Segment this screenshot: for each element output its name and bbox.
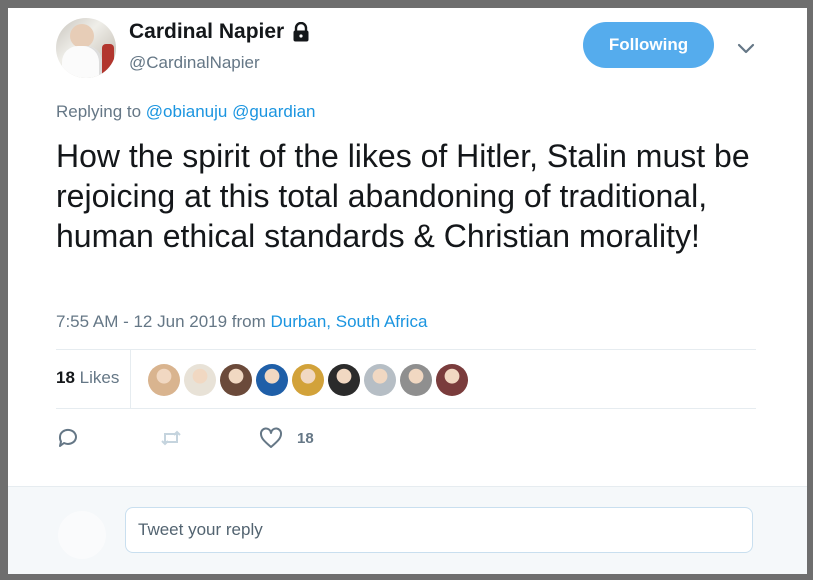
liker-avatar[interactable]: [220, 364, 252, 396]
liker-avatar[interactable]: [148, 364, 180, 396]
likes-label: Likes: [79, 368, 120, 387]
retweet-button[interactable]: [159, 426, 183, 450]
author-name-row[interactable]: Cardinal Napier: [129, 20, 310, 44]
liker-avatar[interactable]: [184, 364, 216, 396]
following-button[interactable]: Following: [583, 22, 714, 68]
reply-icon: [58, 428, 77, 447]
chevron-down-icon[interactable]: [736, 38, 756, 58]
like-count: 18: [297, 429, 314, 447]
replying-prefix: Replying to: [56, 102, 142, 121]
tweet-timestamp: 7:55 AM - 12 Jun 2019 from Durban, South…: [56, 312, 427, 332]
likers-list: [148, 364, 468, 396]
lock-icon: [293, 22, 309, 42]
reply-button[interactable]: [56, 426, 80, 450]
tweet-actions: 18: [56, 426, 456, 452]
divider: [56, 408, 756, 409]
liker-avatar[interactable]: [328, 364, 360, 396]
user-avatar: [58, 511, 106, 559]
tweet-text: How the spirit of the likes of Hitler, S…: [56, 138, 750, 254]
mention-link[interactable]: @obianuju: [146, 102, 228, 121]
avatar-accent: [102, 44, 114, 78]
likes-separator: [130, 350, 131, 408]
heart-icon: [260, 427, 282, 448]
reply-input[interactable]: [125, 507, 753, 553]
liker-avatar[interactable]: [292, 364, 324, 396]
replying-to: Replying to @obianuju @guardian: [56, 102, 316, 122]
retweet-icon: [161, 430, 181, 446]
location-link[interactable]: Durban, South Africa: [271, 312, 428, 331]
liker-avatar[interactable]: [436, 364, 468, 396]
reply-compose-area: [8, 486, 807, 574]
liker-avatar[interactable]: [364, 364, 396, 396]
tweet-card: Cardinal Napier @CardinalNapier Followin…: [8, 8, 807, 574]
author-avatar[interactable]: [56, 18, 116, 78]
avatar-face: [70, 24, 94, 48]
mention-link[interactable]: @guardian: [232, 102, 315, 121]
liker-avatar[interactable]: [400, 364, 432, 396]
timestamp-text[interactable]: 7:55 AM - 12 Jun 2019 from: [56, 312, 266, 331]
divider: [56, 349, 756, 350]
avatar-robe: [62, 46, 102, 78]
author-name[interactable]: Cardinal Napier: [129, 20, 284, 44]
like-button[interactable]: 18: [259, 426, 314, 450]
likes-count[interactable]: 18 Likes: [56, 368, 119, 388]
liker-avatar[interactable]: [256, 364, 288, 396]
likes-number: 18: [56, 368, 75, 387]
author-handle[interactable]: @CardinalNapier: [129, 53, 260, 73]
